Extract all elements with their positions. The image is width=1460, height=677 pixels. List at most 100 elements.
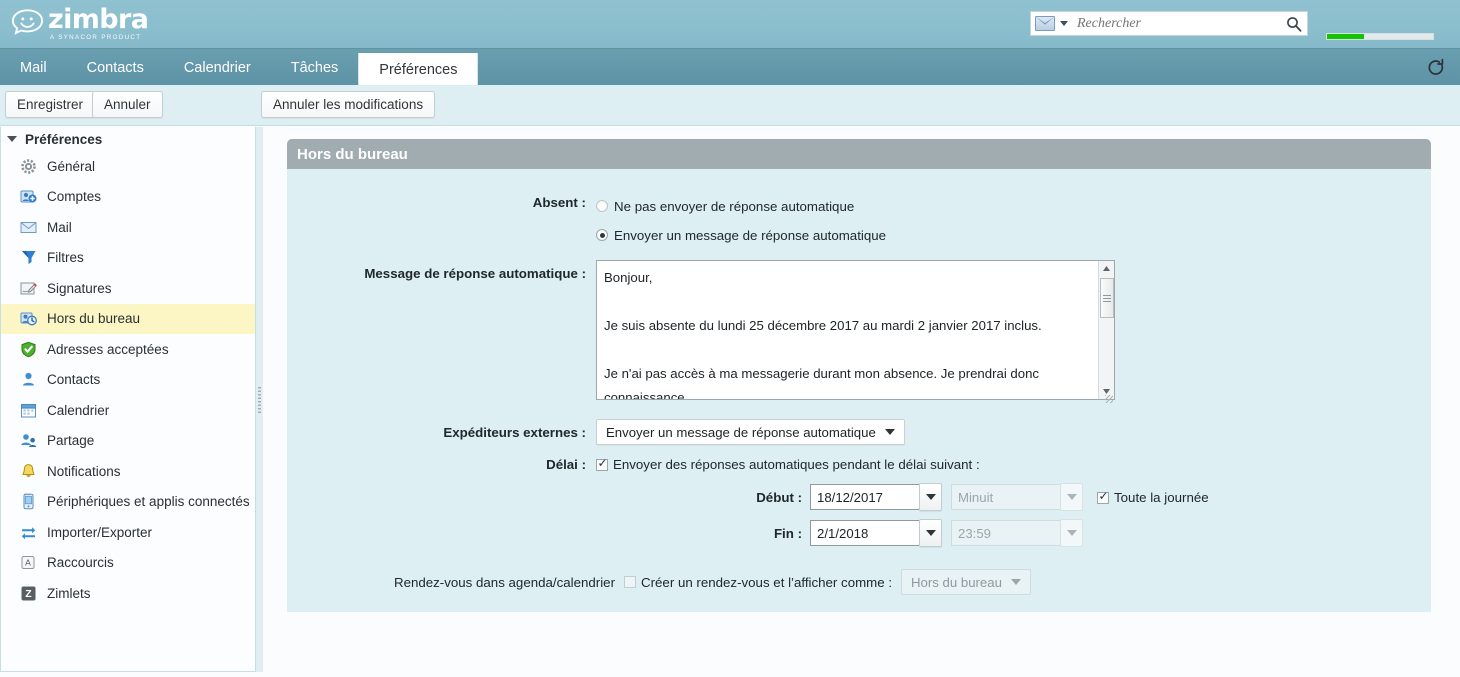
scrollbar-grip-icon xyxy=(1103,295,1111,302)
mail-icon[interactable] xyxy=(1035,16,1055,31)
delay-enable-checkbox[interactable] xyxy=(596,459,608,471)
absent-option-send-reply[interactable]: Envoyer un message de réponse automatiqu… xyxy=(596,224,886,246)
signature-icon xyxy=(19,279,38,298)
sidebar-item-label: Notifications xyxy=(47,464,121,479)
sidebar-item-g-n-ral[interactable]: Général xyxy=(1,151,255,182)
tab-mail[interactable]: Mail xyxy=(0,49,67,86)
start-date-dropdown-button[interactable] xyxy=(919,483,942,511)
all-day-label: Toute la journée xyxy=(1114,490,1209,505)
svg-text:A: A xyxy=(25,558,31,568)
sidebar-item-label: Hors du bureau xyxy=(47,311,140,326)
quota-bar-fill xyxy=(1327,34,1364,39)
start-time-value: Minuit xyxy=(951,484,1060,510)
textarea-scrollbar[interactable] xyxy=(1098,261,1114,399)
end-date-combo[interactable]: 2/1/2018 xyxy=(810,520,942,547)
resize-grip-icon[interactable] xyxy=(1105,395,1113,403)
tab-tches[interactable]: Tâches xyxy=(271,49,359,86)
start-date-value[interactable]: 18/12/2017 xyxy=(810,484,919,510)
sidebar-item-hors-du-bureau[interactable]: Hors du bureau xyxy=(1,304,255,335)
chevron-down-icon[interactable] xyxy=(1060,21,1068,26)
search-input[interactable] xyxy=(1075,15,1281,33)
refresh-icon[interactable] xyxy=(1424,56,1448,80)
sidebar-item-zimlets[interactable]: ZZimlets xyxy=(1,578,255,609)
delay-enable-label: Envoyer des réponses automatiques pendan… xyxy=(613,457,980,472)
brand-tagline: A SYNACOR PRODUCT xyxy=(50,34,148,42)
chevron-down-icon xyxy=(926,494,936,500)
scrollbar-thumb[interactable] xyxy=(1100,278,1114,318)
panel-title: Hors du bureau xyxy=(287,139,1431,169)
all-day-checkbox[interactable] xyxy=(1097,492,1109,504)
sidebar-item-label: Mail xyxy=(47,220,72,235)
tab-prfrences[interactable]: Préférences xyxy=(358,53,478,86)
end-time-value: 23:59 xyxy=(951,520,1060,546)
sidebar-item-signatures[interactable]: Signatures xyxy=(1,273,255,304)
sidebar-splitter[interactable] xyxy=(256,127,263,672)
create-appointment-checkbox[interactable] xyxy=(624,576,636,588)
tab-calendrier[interactable]: Calendrier xyxy=(164,49,271,86)
all-day-row[interactable]: Toute la journée xyxy=(1097,490,1209,505)
sidebar-item-list: GénéralComptes Mail Filtres Signatures Hors … xyxy=(1,151,255,609)
prefs-toolbar: Enregistrer Annuler Annuler les modifica… xyxy=(0,85,1460,126)
sidebar-item-adresses-accept-es[interactable]: Adresses acceptées xyxy=(1,334,255,365)
filter-icon xyxy=(19,248,38,267)
external-senders-select[interactable]: Envoyer un message de réponse automatiqu… xyxy=(596,419,905,445)
start-label: Début : xyxy=(287,490,802,505)
sidebar-item-filtres[interactable]: Filtres xyxy=(1,243,255,274)
cancel-button[interactable]: Annuler xyxy=(92,91,163,118)
end-date-value[interactable]: 2/1/2018 xyxy=(810,520,919,546)
absent-label: Absent : xyxy=(287,195,586,210)
sidebar-item-label: Calendrier xyxy=(47,403,109,418)
absent-option-no-reply[interactable]: Ne pas envoyer de réponse automatique xyxy=(596,195,886,217)
end-time-combo: 23:59 xyxy=(951,520,1083,547)
sidebar-item-calendrier[interactable]: Calendrier xyxy=(1,395,255,426)
start-time-combo: Minuit xyxy=(951,484,1083,511)
start-time-dropdown-button xyxy=(1060,483,1083,511)
auto-reply-message-label: Message de réponse automatique : xyxy=(287,260,586,281)
sidebar-item-notifications[interactable]: Notifications xyxy=(1,456,255,487)
sidebar-item-label: Périphériques et applis connectés xyxy=(47,494,250,509)
sidebar-item-p-riph-riques-et-applis-connect-s[interactable]: Périphériques et applis connectés xyxy=(1,487,255,518)
calendar-icon xyxy=(19,401,38,420)
keyboard-key-icon: A xyxy=(19,553,38,572)
sidebar-item-label: Filtres xyxy=(47,250,84,265)
zimbra-logo-mark xyxy=(8,8,46,40)
revert-changes-button[interactable]: Annuler les modifications xyxy=(261,91,435,118)
quota-bar xyxy=(1326,33,1434,40)
end-date-dropdown-button[interactable] xyxy=(919,519,942,547)
sidebar-item-importer-exporter[interactable]: Importer/Exporter xyxy=(1,517,255,548)
brand-wordmark: zimbra xyxy=(48,7,148,33)
shield-icon xyxy=(19,340,38,359)
app-header: zimbra A SYNACOR PRODUCT xyxy=(0,0,1460,48)
contact-icon xyxy=(19,370,38,389)
delay-enable-row[interactable]: Envoyer des réponses automatiques pendan… xyxy=(596,457,980,472)
chevron-down-icon xyxy=(1067,494,1077,500)
gear-icon xyxy=(19,157,38,176)
appointment-status-select: Hors du bureau xyxy=(901,569,1031,595)
chevron-down-icon xyxy=(926,530,936,536)
sidebar-item-contacts[interactable]: Contacts xyxy=(1,365,255,396)
scroll-up-icon[interactable] xyxy=(1102,261,1111,276)
search-bar[interactable] xyxy=(1030,11,1308,36)
end-time-dropdown-button xyxy=(1060,519,1083,547)
external-senders-value: Envoyer un message de réponse automatiqu… xyxy=(606,425,876,440)
out-of-office-panel: Hors du bureau Absent : Ne pas envoyer d… xyxy=(287,139,1431,612)
sidebar-item-mail[interactable]: Mail xyxy=(1,212,255,243)
sidebar-item-partage[interactable]: Partage xyxy=(1,426,255,457)
out-of-office-icon xyxy=(19,309,38,328)
delay-label: Délai : xyxy=(287,457,586,472)
sidebar-item-comptes[interactable]: Comptes xyxy=(1,182,255,213)
create-appointment-label: Créer un rendez-vous et l’afficher comme… xyxy=(641,575,892,590)
sidebar-header[interactable]: Préférences xyxy=(1,127,255,151)
search-icon[interactable] xyxy=(1281,12,1307,35)
tab-contacts[interactable]: Contacts xyxy=(67,49,164,86)
auto-reply-message-textarea[interactable] xyxy=(596,260,1115,400)
sidebar-item-raccourcis[interactable]: ARaccourcis xyxy=(1,548,255,579)
radio-no-auto-reply[interactable] xyxy=(596,200,608,212)
save-button[interactable]: Enregistrer xyxy=(5,91,95,118)
preferences-sidebar: Préférences GénéralComptes Mail Filtres Sig… xyxy=(0,127,256,672)
radio-send-auto-reply[interactable] xyxy=(596,229,608,241)
sidebar-item-label: Contacts xyxy=(47,372,100,387)
start-date-combo[interactable]: 18/12/2017 xyxy=(810,484,942,511)
splitter-grip-icon xyxy=(258,387,261,413)
chevron-down-icon[interactable] xyxy=(7,136,17,142)
